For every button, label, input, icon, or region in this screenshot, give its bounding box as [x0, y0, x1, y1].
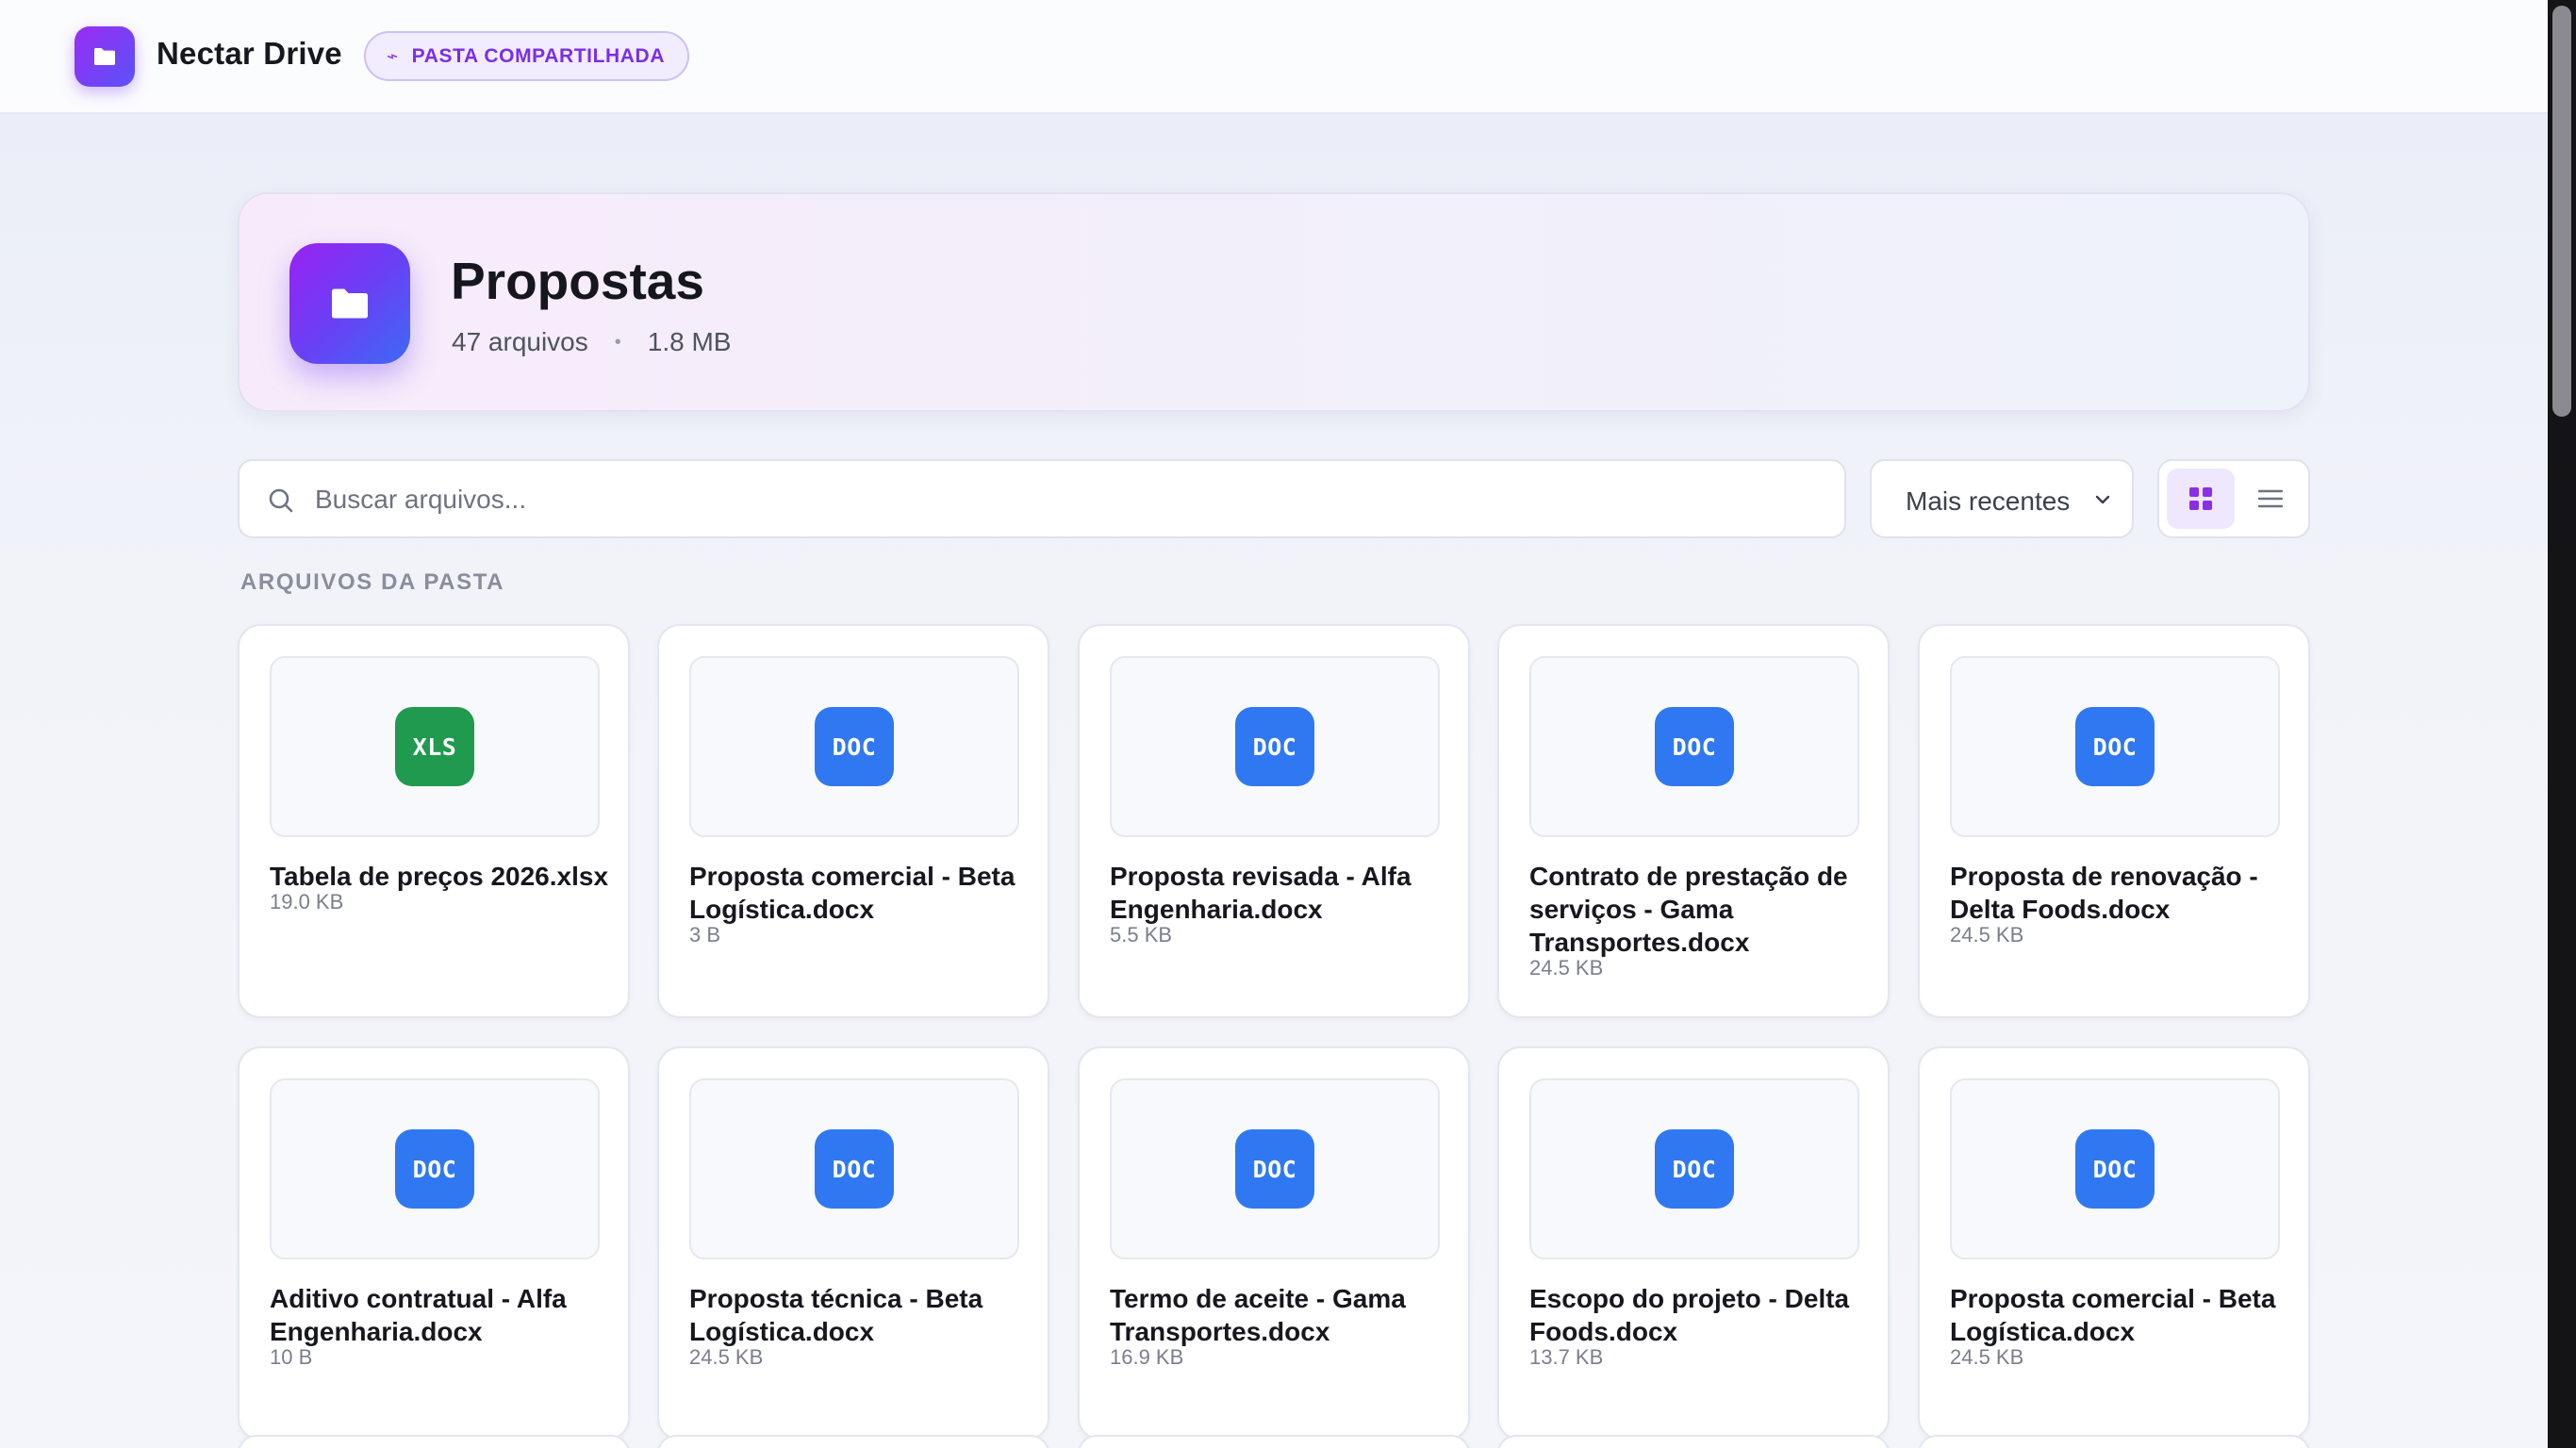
document-file-icon: DOC — [2075, 707, 2155, 786]
document-file-icon: DOC — [395, 1129, 474, 1209]
file-thumbnail: DOC — [1950, 656, 2280, 837]
file-thumbnail: DOC — [1950, 1078, 2280, 1259]
spreadsheet-file-icon: XLS — [395, 707, 474, 786]
folder-icon — [289, 243, 410, 364]
file-size: 10 B — [270, 1345, 313, 1369]
app-name: Nectar Drive — [157, 36, 342, 71]
file-card[interactable]: DOC Escopo do projeto - Delta Foods.docx… — [1497, 1046, 1890, 1440]
file-size: 24.5 KB — [689, 1345, 764, 1369]
folder-title: Propostas — [451, 252, 704, 310]
top-bar: Nectar Drive ⌁ PASTA COMPARTILHADA — [0, 0, 2548, 114]
document-file-icon: DOC — [1655, 707, 1734, 786]
file-thumbnail: DOC — [689, 1078, 1019, 1259]
file-count: 47 arquivos — [452, 327, 588, 356]
file-card[interactable]: DOC Contrato de prestação de serviços - … — [1497, 624, 1890, 1018]
sort-selected-value: Mais recentes — [1906, 486, 2071, 516]
app-logo[interactable] — [74, 26, 135, 87]
file-thumbnail: DOC — [1529, 656, 1859, 837]
file-card[interactable]: DOC Aditivo contratual - Alfa Engenharia… — [238, 1046, 630, 1440]
file-card[interactable] — [1078, 1435, 1470, 1448]
file-card[interactable]: DOC Proposta comercial - Beta Logística.… — [1918, 1046, 2310, 1440]
file-name: Tabela de preços 2026.xlsx 19.0 KB — [270, 862, 609, 913]
file-name: Termo de aceite - Gama Transportes.docx 1… — [1110, 1282, 1449, 1371]
file-name: Proposta comercial - Beta Logística.docx… — [689, 860, 1029, 948]
file-card[interactable] — [238, 1435, 630, 1448]
section-label: ARQUIVOS DA PASTA — [240, 569, 505, 595]
grid-icon — [2189, 487, 2212, 510]
file-size: 19.0 KB — [270, 890, 344, 913]
file-thumbnail: XLS — [270, 656, 600, 837]
file-size: 16.9 KB — [1110, 1345, 1184, 1369]
file-name: Proposta comercial - Beta Logística.docx… — [1950, 1282, 2289, 1371]
chevron-down-icon — [2095, 495, 2110, 504]
shared-folder-badge: ⌁ PASTA COMPARTILHADA — [364, 31, 690, 81]
file-card[interactable] — [1918, 1435, 2310, 1448]
search-box[interactable] — [238, 459, 1846, 538]
file-card[interactable]: DOC Proposta comercial - Beta Logística.… — [657, 624, 1049, 1018]
file-card[interactable] — [657, 1435, 1049, 1448]
file-card[interactable]: XLS Tabela de preços 2026.xlsx 19.0 KB — [238, 624, 630, 1018]
file-name: Proposta técnica - Beta Logística.docx 24… — [689, 1282, 1029, 1371]
document-file-icon: DOC — [815, 1129, 894, 1209]
link-icon: ⌁ — [384, 44, 401, 69]
file-thumbnail: DOC — [1529, 1078, 1859, 1259]
file-card[interactable] — [1497, 1435, 1890, 1448]
file-name: Proposta revisada - Alfa Engenharia.docx… — [1110, 860, 1449, 948]
search-icon — [269, 488, 293, 513]
view-toggle — [2157, 459, 2310, 538]
file-size: 24.5 KB — [1529, 956, 1604, 979]
file-card[interactable]: DOC Proposta técnica - Beta Logística.do… — [657, 1046, 1049, 1440]
file-thumbnail: DOC — [689, 656, 1019, 837]
document-file-icon: DOC — [815, 707, 894, 786]
file-thumbnail: DOC — [1110, 656, 1440, 837]
list-icon — [2257, 489, 2284, 508]
file-name: Contrato de prestação de serviços - Gama… — [1529, 860, 1869, 981]
file-name: Proposta de renovação - Delta Foods.docx… — [1950, 860, 2289, 948]
list-view-button[interactable] — [2238, 469, 2303, 529]
badge-label: PASTA COMPARTILHADA — [411, 44, 666, 67]
file-size: 24.5 KB — [1950, 923, 2024, 946]
document-file-icon: DOC — [1235, 707, 1314, 786]
document-file-icon: DOC — [1655, 1129, 1734, 1209]
folder-size: 1.8 MB — [647, 327, 732, 356]
file-name: Aditivo contratual - Alfa Engenharia.doc… — [270, 1282, 609, 1371]
file-card[interactable]: DOC Termo de aceite - Gama Transportes.d… — [1078, 1046, 1470, 1440]
grid-view-button[interactable] — [2167, 469, 2235, 529]
file-thumbnail: DOC — [1110, 1078, 1440, 1259]
search-input[interactable] — [315, 476, 1824, 523]
document-file-icon: DOC — [2075, 1129, 2155, 1209]
folder-meta: 47 arquivos • 1.8 MB — [452, 327, 731, 357]
sort-select[interactable]: Mais recentes — [1870, 459, 2134, 538]
page: Nectar Drive ⌁ PASTA COMPARTILHADA Propo… — [0, 0, 2548, 1448]
file-card[interactable]: DOC Proposta revisada - Alfa Engenharia.… — [1078, 624, 1470, 1018]
file-size: 5.5 KB — [1110, 923, 1173, 946]
document-file-icon: DOC — [1235, 1129, 1314, 1209]
file-thumbnail: DOC — [270, 1078, 600, 1259]
file-size: 24.5 KB — [1950, 1345, 2024, 1369]
folder-header: Propostas 47 arquivos • 1.8 MB — [238, 192, 2310, 412]
file-name: Escopo do projeto - Delta Foods.docx 13.7… — [1529, 1282, 1869, 1371]
file-size: 3 B — [689, 923, 721, 946]
file-size: 13.7 KB — [1529, 1345, 1604, 1369]
folder-icon — [94, 48, 115, 65]
scrollbar-thumb[interactable] — [2552, 6, 2571, 417]
file-card[interactable]: DOC Proposta de renovação - Delta Foods.… — [1918, 624, 2310, 1018]
meta-separator: • — [614, 331, 621, 353]
